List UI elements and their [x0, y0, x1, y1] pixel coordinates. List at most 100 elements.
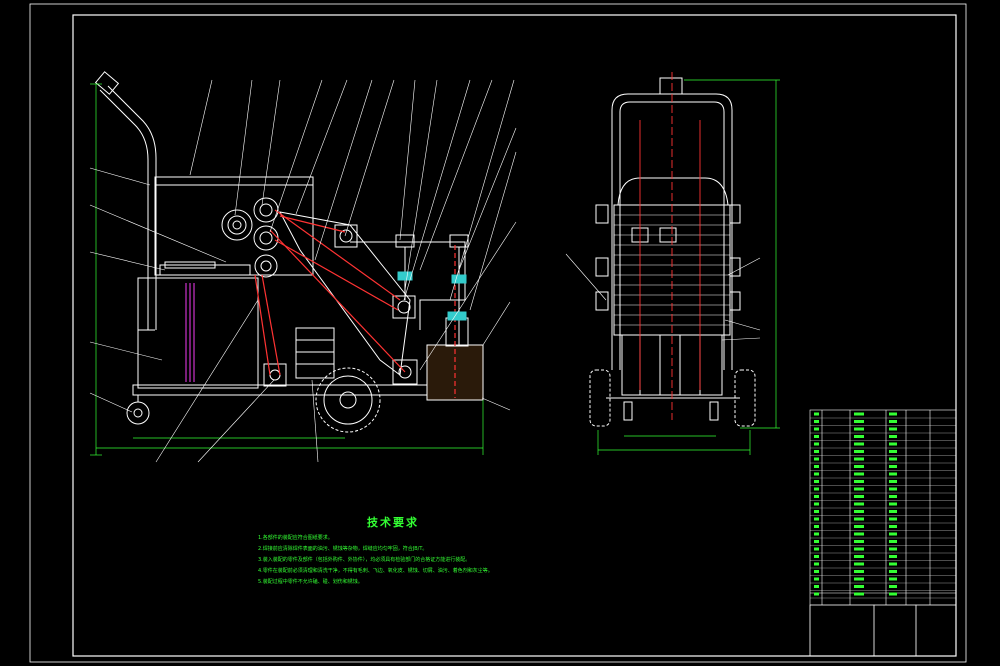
title-cell-mark	[814, 427, 819, 431]
title-cell-mark	[854, 502, 864, 506]
title-cell-mark	[854, 450, 864, 453]
title-cell-mark	[854, 562, 864, 566]
title-cell-mark	[889, 517, 897, 521]
title-cell-mark	[814, 472, 819, 476]
title-cell-mark	[889, 457, 897, 461]
title-cell-mark	[814, 420, 819, 423]
handle-grip	[94, 71, 120, 95]
tech-note-1: 1.各部件的装配应符合图纸要求。	[258, 535, 333, 541]
title-cell-mark	[814, 487, 819, 491]
cage-top	[617, 177, 729, 206]
title-cell-mark	[854, 540, 864, 543]
title-cell-mark	[814, 465, 819, 468]
title-cell-mark	[889, 465, 897, 468]
leader-lines	[89, 79, 517, 463]
title-cell-mark	[854, 525, 864, 528]
pulley-a	[221, 209, 253, 241]
title-cell-mark	[889, 450, 897, 453]
title-cell-mark	[889, 480, 897, 483]
front-view	[589, 77, 756, 427]
title-cell-mark	[854, 547, 864, 551]
title-cell-mark	[854, 420, 864, 423]
handle-tube	[99, 85, 157, 330]
title-cell-mark	[814, 510, 819, 513]
title-cell-mark	[854, 412, 864, 416]
rear-caster	[126, 401, 150, 425]
screw-housing-1	[395, 234, 415, 248]
tech-note-2: 2.焊接前应清除焊件表面的油污、锈蚀等杂物，焊缝应均匀牢固，符合JB/T。	[258, 546, 428, 552]
title-cell-mark	[814, 457, 819, 461]
title-cell-mark	[889, 510, 897, 513]
title-cell-mark	[889, 577, 897, 581]
tech-requirements-title: 技术要求	[367, 516, 419, 529]
title-block-rows	[810, 417, 956, 599]
bearing-seat-4	[263, 363, 287, 387]
title-cell-mark	[889, 555, 897, 558]
title-cell-mark	[889, 532, 897, 536]
title-cell-mark	[854, 495, 864, 498]
pulley-c	[253, 225, 279, 251]
battery-box	[295, 327, 335, 379]
title-cell-mark	[854, 442, 864, 446]
title-cell-mark	[889, 540, 897, 543]
title-block	[809, 409, 957, 657]
title-cell-mark	[814, 442, 819, 446]
title-cell-mark	[814, 532, 819, 536]
title-cell-mark	[889, 592, 897, 596]
title-cell-mark	[814, 585, 819, 588]
front-dimensions	[597, 79, 780, 455]
title-cell-mark	[814, 450, 819, 453]
title-cell-mark	[814, 412, 819, 416]
title-cell-mark	[854, 555, 864, 558]
top-grip	[659, 77, 683, 95]
cyan-fitting-2	[451, 274, 467, 284]
title-cell-mark	[814, 495, 819, 498]
tech-note-5: 5.装配过程中零件不允许磕、碰、划伤和锈蚀。	[258, 579, 363, 585]
title-cell-mark	[889, 562, 897, 566]
title-cell-mark	[854, 510, 864, 513]
title-cell-mark	[854, 592, 864, 596]
title-cell-mark	[814, 547, 819, 551]
title-cell-mark	[814, 435, 819, 438]
title-cell-mark	[854, 517, 864, 521]
cyan-fitting-1	[397, 271, 413, 281]
title-cell-mark	[854, 487, 864, 491]
title-cell-mark	[854, 472, 864, 476]
title-cell-mark	[889, 442, 897, 446]
inner-border	[72, 14, 957, 657]
title-cell-mark	[889, 420, 897, 423]
pulley-d	[254, 254, 278, 278]
title-cell-mark	[854, 427, 864, 431]
title-cell-mark	[889, 495, 897, 498]
title-cell-mark	[889, 585, 897, 588]
outer-border	[29, 3, 967, 663]
title-cell-mark	[814, 540, 819, 543]
side-view	[94, 71, 484, 433]
title-cell-mark	[814, 480, 819, 483]
title-cell-mark	[889, 435, 897, 438]
title-cell-mark	[814, 502, 819, 506]
title-cell-mark	[814, 570, 819, 573]
title-cell-mark	[889, 570, 897, 573]
title-cell-mark	[854, 457, 864, 461]
title-cell-mark	[854, 465, 864, 468]
title-cell-mark	[814, 592, 819, 596]
title-cell-mark	[854, 480, 864, 483]
title-cell-mark	[854, 435, 864, 438]
side-dimensions	[90, 83, 484, 456]
title-cell-mark	[814, 577, 819, 581]
belts	[254, 209, 456, 398]
title-cell-mark	[889, 412, 897, 416]
title-cell-mark	[854, 532, 864, 536]
title-cell-mark	[854, 585, 864, 588]
body-cabinet	[154, 176, 314, 276]
title-cell-mark	[889, 427, 897, 431]
title-cell-mark	[814, 517, 819, 521]
title-cell-mark	[889, 547, 897, 551]
title-cell-mark	[814, 525, 819, 528]
tech-note-3: 3.装入装配的零件及部件（包括外购件、外协件），均必须具有检验部门的合格证方能进…	[258, 557, 471, 563]
title-cell-mark	[889, 472, 897, 476]
title-cell-mark	[854, 577, 864, 581]
title-cell-mark	[814, 555, 819, 558]
bearing-seat-1	[334, 224, 358, 248]
